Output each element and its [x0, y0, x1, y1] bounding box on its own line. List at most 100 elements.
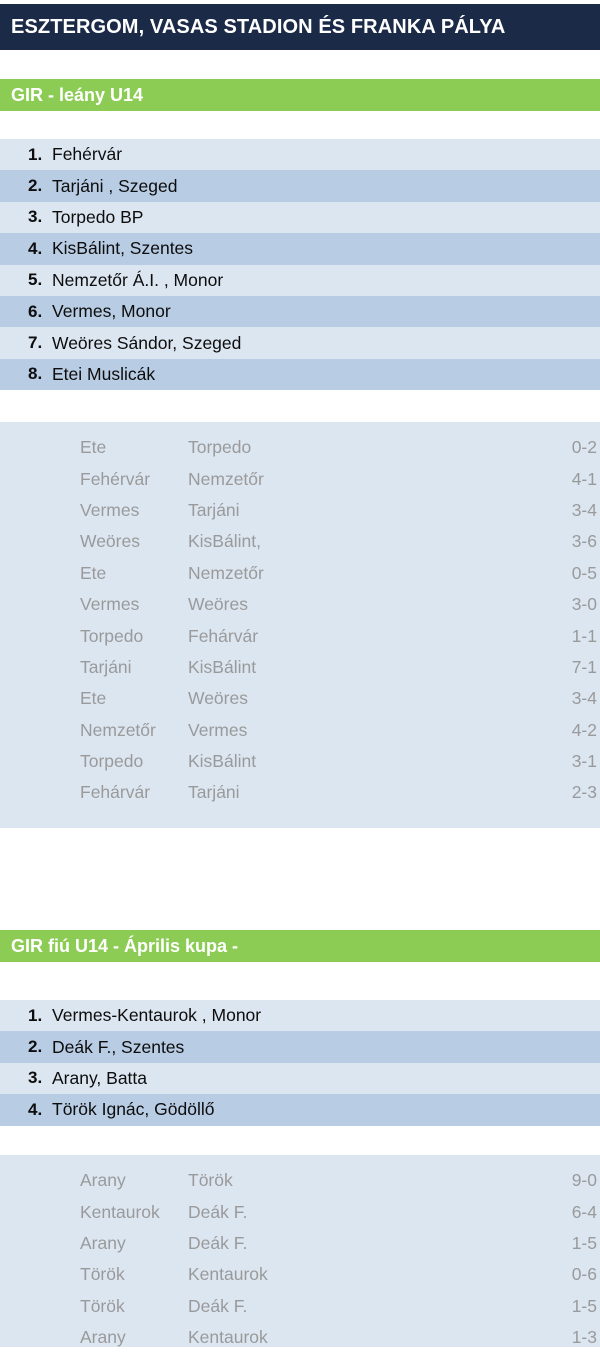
- away-team: Weöres: [188, 688, 248, 709]
- home-team: Tarjáni: [80, 656, 132, 677]
- match-score: 4-2: [571, 719, 597, 740]
- home-team: Vermes: [80, 594, 140, 615]
- away-team: KisBálint: [188, 751, 257, 772]
- away-team: Nemzetőr: [188, 468, 264, 489]
- team-name: Torpedo BP: [52, 206, 144, 227]
- match-score: 0-2: [571, 437, 597, 458]
- team-rank: 7.: [28, 333, 43, 353]
- home-team: Török: [80, 1264, 125, 1285]
- away-team: Török: [188, 1170, 233, 1191]
- away-team: Fehárvár: [188, 625, 259, 646]
- team-rank: 3.: [28, 1068, 43, 1088]
- match-score: 1-3: [571, 1327, 597, 1348]
- home-team: Arany: [80, 1327, 126, 1348]
- table-row: Vermes Tarjáni 3-4: [0, 495, 600, 526]
- team-name: KisBálint, Szentes: [52, 238, 194, 259]
- team-name: Weöres Sándor, Szeged: [52, 332, 242, 353]
- away-team: Deák F.: [188, 1295, 248, 1316]
- table-row: Török Deák F. 1-5: [0, 1291, 600, 1322]
- match-score: 3-1: [571, 751, 597, 772]
- away-team: KisBálint: [188, 656, 257, 677]
- away-team: Vermes: [188, 719, 248, 740]
- section-header-boys: GIR fiú U14 - Április kupa -: [0, 930, 600, 962]
- home-team: Fehérvár: [80, 468, 151, 489]
- section-header-girls-label: GIR - leány U14: [11, 84, 144, 105]
- table-row: Arany Deák F. 1-5: [0, 1228, 600, 1259]
- match-score: 2-3: [571, 782, 597, 803]
- match-score: 3-6: [571, 531, 597, 552]
- away-team: Kentaurok: [188, 1327, 268, 1348]
- team-rank: 3.: [28, 207, 43, 227]
- match-score: 1-5: [571, 1295, 597, 1316]
- table-row: 6. Vermes, Monor: [0, 295, 600, 328]
- table-row: 2. Deák F., Szentes: [0, 1031, 600, 1063]
- away-team: Deák F.: [188, 1232, 248, 1253]
- team-rank: 6.: [28, 301, 43, 321]
- team-name: Fehérvár: [52, 144, 123, 165]
- team-rank: 2.: [28, 176, 43, 196]
- venue-title-bar: ESZTERGOM, VASAS STADION ÉS FRANKA PÁLYA: [0, 4, 600, 50]
- team-rank: 4.: [28, 238, 43, 258]
- away-team: Tarjáni: [188, 782, 240, 803]
- table-row: Kentaurok Deák F. 6-4: [0, 1196, 600, 1227]
- home-team: Arany: [80, 1232, 126, 1253]
- team-rank: 1.: [28, 1005, 43, 1025]
- away-team: KisBálint,: [188, 531, 261, 552]
- table-row: Nemzetőr Vermes 4-2: [0, 715, 600, 746]
- home-team: Fehárvár: [80, 782, 151, 803]
- match-score: 1-1: [571, 625, 597, 646]
- table-row: Fehárvár Tarjáni 2-3: [0, 777, 600, 808]
- away-team: Deák F.: [188, 1201, 248, 1222]
- away-team: Kentaurok: [188, 1264, 268, 1285]
- match-score: 4-1: [571, 468, 597, 489]
- team-name: Etei Muslicák: [52, 363, 156, 384]
- table-row: Weöres KisBálint, 3-6: [0, 526, 600, 557]
- table-row: 2. Tarjáni , Szeged: [0, 170, 600, 202]
- team-name: Tarjáni , Szeged: [52, 175, 178, 196]
- table-row: Ete Weöres 3-4: [0, 683, 600, 714]
- table-row: Ete Nemzetőr 0-5: [0, 558, 600, 589]
- match-score: 3-4: [571, 688, 597, 709]
- table-row: 3. Arany, Batta: [0, 1062, 600, 1095]
- away-team: Weöres: [188, 594, 248, 615]
- table-row: Arany Török 9-0: [0, 1165, 600, 1196]
- page-title: ESZTERGOM, VASAS STADION ÉS FRANKA PÁLYA: [11, 15, 506, 38]
- team-rank: 2.: [28, 1037, 43, 1057]
- home-team: Ete: [80, 437, 107, 458]
- home-team: Torpedo: [80, 625, 144, 646]
- table-row: 4. KisBálint, Szentes: [0, 233, 600, 265]
- table-row: 7. Weöres Sándor, Szeged: [0, 327, 600, 359]
- match-score: 3-4: [571, 499, 597, 520]
- team-name: Vermes, Monor: [52, 301, 171, 322]
- team-name: Arany, Batta: [52, 1067, 148, 1088]
- match-score: 7-1: [571, 656, 597, 677]
- home-team: Torpedo: [80, 751, 144, 772]
- table-row: 1. Vermes-Kentaurok , Monor: [0, 1000, 600, 1032]
- table-row: Török Kentaurok 0-6: [0, 1259, 600, 1290]
- table-row: Fehérvár Nemzetőr 4-1: [0, 463, 600, 494]
- table-row: Torpedo KisBálint 3-1: [0, 746, 600, 777]
- table-row: Arany Kentaurok 1-3: [0, 1322, 600, 1353]
- standings-list-girls: 1. Fehérvár 2. Tarjáni , Szeged 3. Torpe…: [0, 139, 600, 391]
- team-rank: 5.: [28, 270, 43, 290]
- table-row: Tarjáni KisBálint 7-1: [0, 652, 600, 683]
- team-rank: 8.: [28, 364, 43, 384]
- results-list-boys: Arany Török 9-0 Kentaurok Deák F. 6-4 Ar…: [0, 1155, 600, 1347]
- standings-list-boys: 1. Vermes-Kentaurok , Monor 2. Deák F., …: [0, 1000, 600, 1126]
- section-header-girls: GIR - leány U14: [0, 79, 600, 111]
- home-team: Török: [80, 1295, 125, 1316]
- away-team: Tarjáni: [188, 499, 240, 520]
- team-rank: 4.: [28, 1099, 43, 1119]
- match-score: 9-0: [571, 1170, 597, 1191]
- table-row: 5. Nemzetőr Á.I. , Monor: [0, 264, 600, 296]
- home-team: Nemzetőr: [80, 719, 156, 740]
- table-row: 8. Etei Muslicák: [0, 358, 600, 391]
- table-row: Vermes Weöres 3-0: [0, 589, 600, 620]
- section-header-boys-label: GIR fiú U14 - Április kupa -: [11, 935, 239, 956]
- team-name: Vermes-Kentaurok , Monor: [52, 1005, 262, 1026]
- home-team: Ete: [80, 562, 107, 583]
- team-rank: 1.: [28, 144, 43, 164]
- match-score: 0-5: [571, 562, 597, 583]
- team-name: Török Ignác, Gödöllő: [52, 1099, 215, 1120]
- match-score: 0-6: [571, 1264, 597, 1285]
